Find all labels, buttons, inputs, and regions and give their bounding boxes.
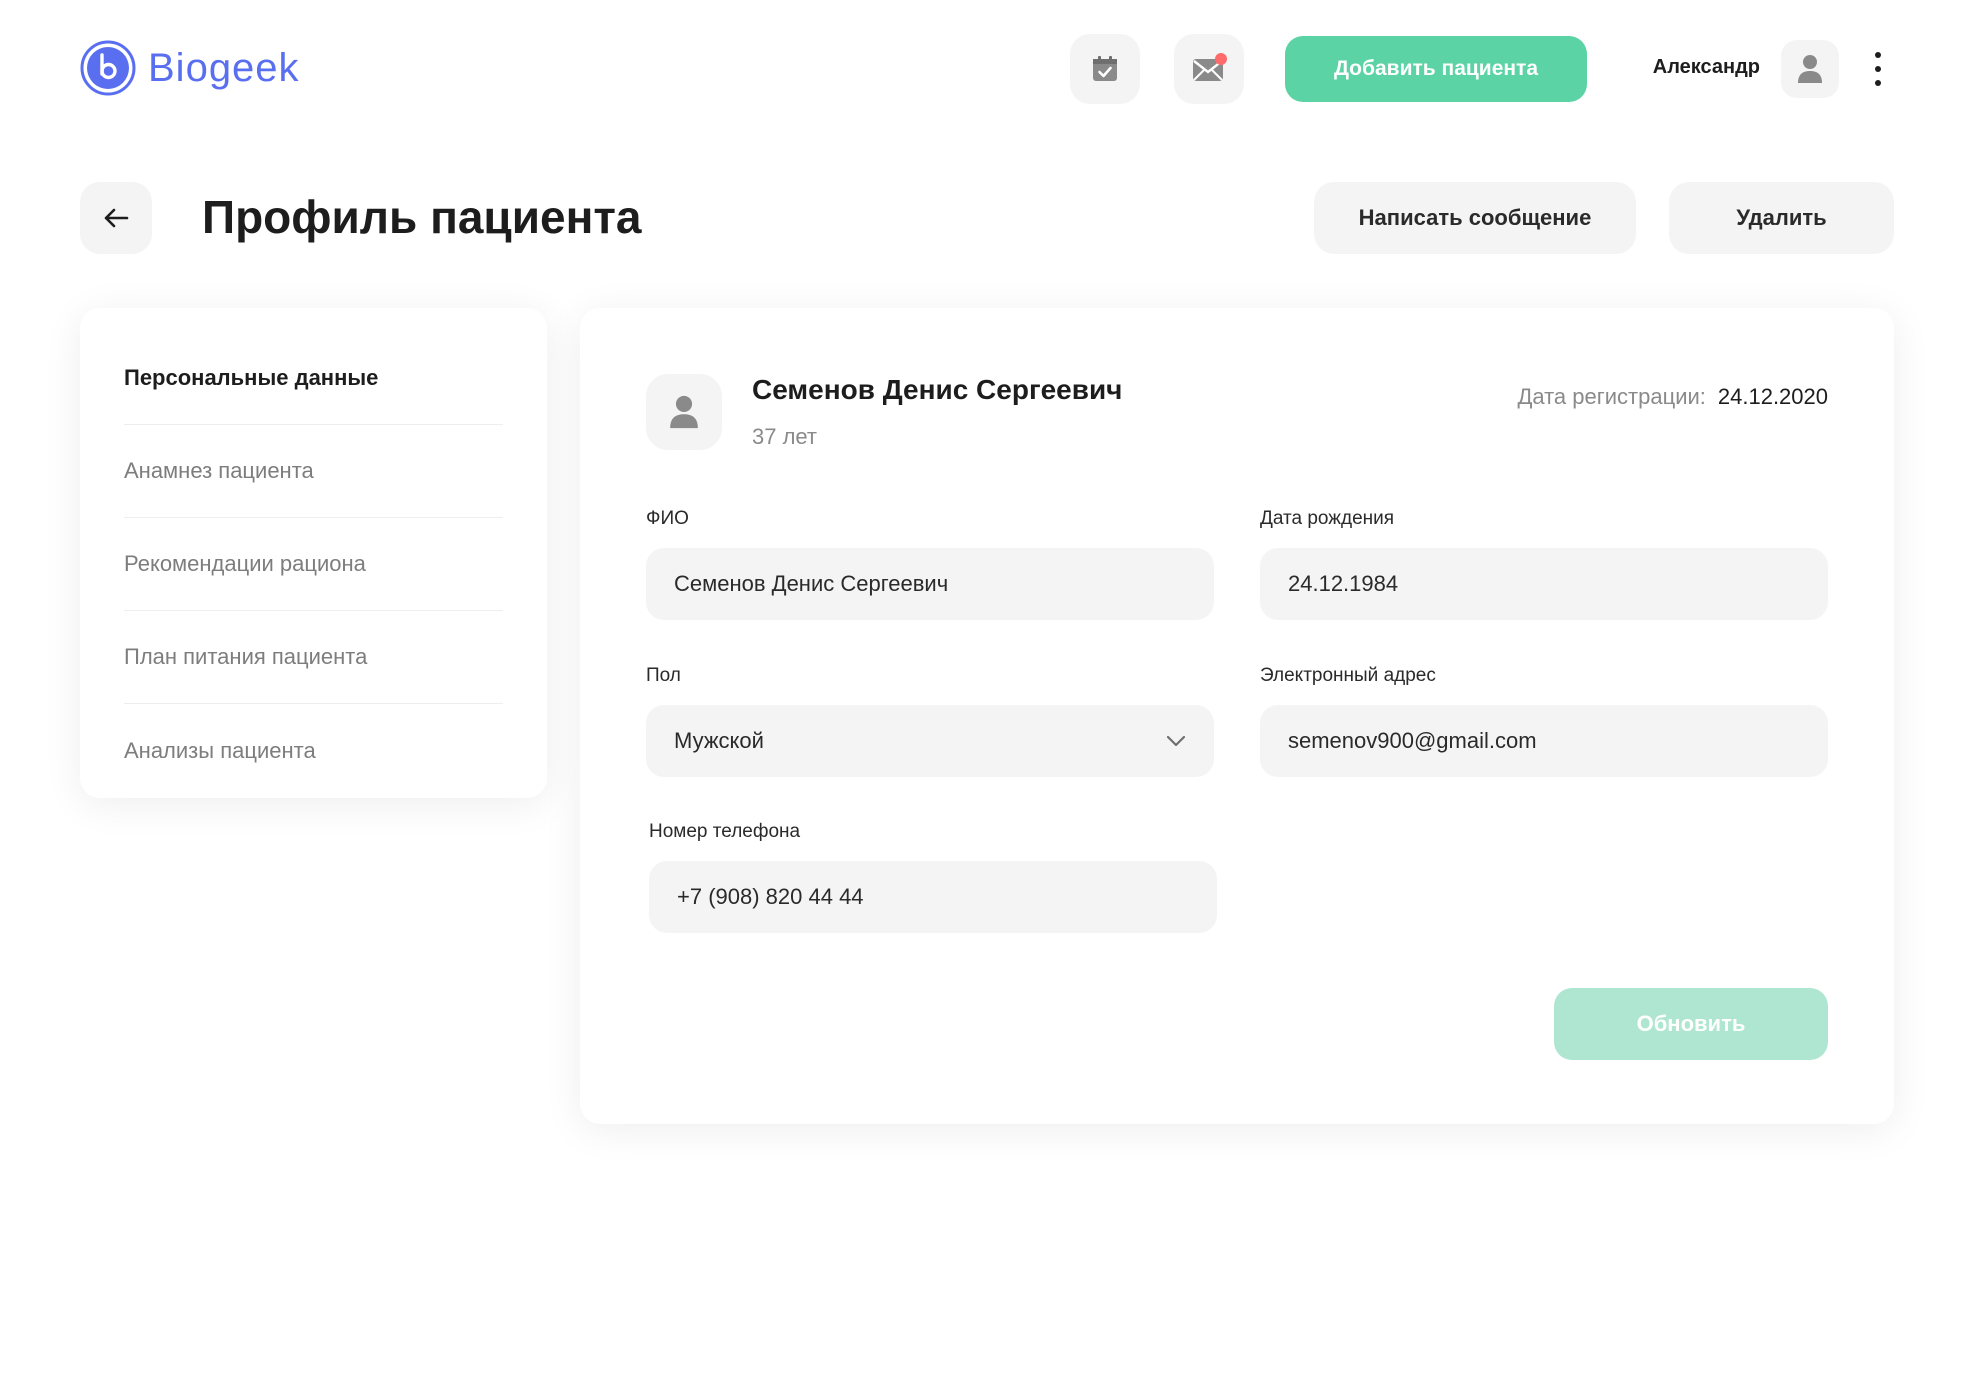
user-avatar[interactable] [1781, 40, 1839, 98]
back-button[interactable] [80, 182, 152, 254]
sidebar-item-anamnesis[interactable]: Анамнез пациента [124, 425, 503, 518]
gender-select[interactable]: Мужской [646, 705, 1214, 777]
sidebar-item-meal-plan[interactable]: План питания пациента [124, 611, 503, 704]
patient-age: 37 лет [752, 424, 818, 449]
birth-date-field[interactable]: 24.12.1984 [1260, 548, 1828, 620]
birth-date-value: 24.12.1984 [1288, 571, 1399, 596]
registration-date: Дата регистрации: 24.12.2020 [1517, 384, 1828, 410]
kebab-menu-icon[interactable] [1866, 52, 1890, 86]
sidebar-item-analyses[interactable]: Анализы пациента [124, 704, 503, 797]
patient-avatar [646, 374, 722, 450]
patient-name: Семенов Денис Сергеевич [752, 374, 1123, 405]
gender-label: Пол [646, 665, 681, 686]
registration-value: 24.12.2020 [1717, 384, 1828, 409]
phone-label: Номер телефона [649, 821, 801, 842]
logo-text: Biogeek [148, 45, 300, 90]
phone-value: +7 (908) 820 44 44 [677, 884, 864, 909]
delete-button[interactable]: Удалить [1669, 182, 1894, 254]
page-title: Профиль пациента [202, 191, 642, 243]
user-name[interactable]: Александр [1650, 56, 1760, 79]
email-value: semenov900@gmail.com [1288, 728, 1537, 753]
arrow-left-icon [104, 208, 129, 228]
mail-icon [1193, 53, 1227, 81]
user-icon [1798, 55, 1822, 83]
fio-label: ФИО [646, 508, 689, 529]
profile-sidebar: Персональные данные Анамнез пациента Рек… [80, 308, 547, 798]
fio-field[interactable]: Семенов Денис Сергеевич [646, 548, 1214, 620]
phone-field[interactable]: +7 (908) 820 44 44 [649, 861, 1217, 933]
registration-label: Дата регистрации: [1517, 384, 1706, 409]
messages-button[interactable] [1174, 34, 1244, 104]
user-icon [670, 395, 698, 429]
calendar-check-icon [1093, 56, 1117, 81]
email-field[interactable]: semenov900@gmail.com [1260, 705, 1828, 777]
patient-profile-card: Семенов Денис Сергеевич 37 лет Дата реги… [580, 308, 1894, 1124]
biogeek-logo-icon [80, 40, 136, 96]
sidebar-item-personal-data[interactable]: Персональные данные [124, 332, 503, 425]
write-message-button[interactable]: Написать сообщение [1314, 182, 1636, 254]
logo[interactable]: Biogeek [80, 40, 300, 96]
notification-dot [1215, 53, 1227, 65]
fio-value: Семенов Денис Сергеевич [674, 571, 949, 596]
sidebar-item-diet-recommendations[interactable]: Рекомендации рациона [124, 518, 503, 611]
calendar-button[interactable] [1070, 34, 1140, 104]
email-label: Электронный адрес [1260, 665, 1436, 686]
add-patient-button[interactable]: Добавить пациента [1285, 36, 1587, 102]
birth-date-label: Дата рождения [1260, 508, 1395, 529]
update-button[interactable]: Обновить [1554, 988, 1828, 1060]
gender-value: Мужской [674, 728, 764, 753]
chevron-down-icon [1166, 735, 1186, 747]
